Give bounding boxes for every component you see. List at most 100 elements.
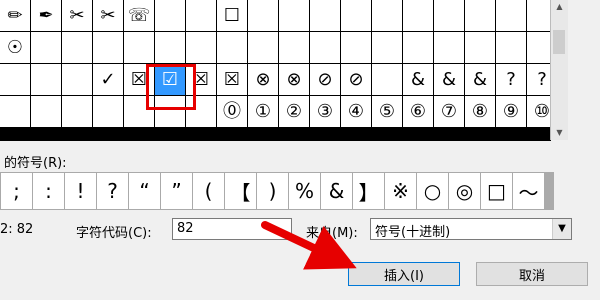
symbol-cell[interactable]: ☒ <box>217 64 247 95</box>
symbol-cell[interactable] <box>93 96 123 127</box>
cancel-button[interactable]: 取消 <box>476 262 588 286</box>
recent-symbol-cell[interactable]: □ <box>481 173 512 209</box>
symbol-cell[interactable] <box>403 32 433 63</box>
recent-symbol-cell[interactable]: ◎ <box>449 173 480 209</box>
recent-symbol-cell[interactable]: : <box>33 173 64 209</box>
recent-symbol-cell[interactable]: 】 <box>353 173 384 209</box>
char-code-input[interactable]: 82 <box>172 218 292 240</box>
recent-symbols-row[interactable]: ;:!? “”(【)% &】 ※ ○ ◎ □ ～ <box>0 172 554 210</box>
symbol-cell[interactable]: ⑦ <box>434 96 464 127</box>
insert-button[interactable]: 插入(I) <box>348 262 460 286</box>
recent-symbol-cell[interactable]: “ <box>129 173 160 209</box>
symbol-cell[interactable] <box>372 64 402 95</box>
symbol-grid[interactable]: ✏ ✒ ✂ ✂ ☏ ☐ ☉ ✓ ☒ ☑ ☒ ☒ ⊗ ⊗ ⊘ ⊘ & & &?? ⓪ ① ② ③ ④ ⑤ ⑥ ⑦ ⑧ ⑨ ⑩ <box>0 0 551 141</box>
recent-symbol-cell[interactable]: ※ <box>385 173 416 209</box>
symbol-cell[interactable] <box>310 0 340 31</box>
recent-symbol-cell[interactable]: ( <box>193 173 224 209</box>
recent-symbol-cell[interactable]: ～ <box>513 173 544 209</box>
symbol-cell[interactable] <box>186 0 216 31</box>
symbol-cell[interactable]: ☏ <box>124 0 154 31</box>
symbol-cell[interactable]: ⊗ <box>248 64 278 95</box>
symbol-cell[interactable]: ⑩ <box>527 96 550 127</box>
symbol-cell[interactable]: ③ <box>310 96 340 127</box>
symbol-cell[interactable]: ① <box>248 96 278 127</box>
recent-symbol-cell[interactable]: ” <box>161 173 192 209</box>
recent-symbol-cell[interactable]: % <box>289 173 320 209</box>
symbol-cell[interactable] <box>31 32 61 63</box>
recent-symbol-cell[interactable]: ? <box>97 173 128 209</box>
symbol-cell[interactable] <box>372 0 402 31</box>
recent-symbol-cell[interactable]: & <box>321 173 352 209</box>
symbol-cell[interactable] <box>0 96 30 127</box>
symbol-cell[interactable]: ⊗ <box>279 64 309 95</box>
scroll-up-arrow-icon[interactable]: ▲ <box>551 0 568 14</box>
recent-symbol-cell[interactable]: ) <box>257 173 288 209</box>
symbol-cell[interactable]: ② <box>279 96 309 127</box>
symbol-cell[interactable] <box>248 0 278 31</box>
symbol-cell[interactable] <box>186 32 216 63</box>
chevron-down-icon[interactable]: ▼ <box>552 219 571 239</box>
char-code-label: 字符代码(C): <box>76 226 152 241</box>
symbol-cell[interactable] <box>31 96 61 127</box>
symbol-cell[interactable]: ⊘ <box>310 64 340 95</box>
symbol-cell[interactable] <box>465 0 495 31</box>
recent-symbol-cell[interactable]: ; <box>1 173 32 209</box>
symbol-cell[interactable] <box>62 32 92 63</box>
scroll-thumb[interactable] <box>553 30 565 54</box>
symbol-cell[interactable] <box>403 0 433 31</box>
symbol-cell[interactable] <box>248 32 278 63</box>
symbol-cell[interactable] <box>93 32 123 63</box>
symbol-cell[interactable] <box>155 0 185 31</box>
symbol-cell[interactable] <box>279 0 309 31</box>
symbol-cell[interactable]: ⑨ <box>496 96 526 127</box>
symbol-cell[interactable]: ✒ <box>31 0 61 31</box>
recent-symbol-cell[interactable]: ○ <box>417 173 448 209</box>
symbol-cell[interactable]: ⑤ <box>372 96 402 127</box>
symbol-cell[interactable]: ⓪ <box>217 96 247 127</box>
recent-symbol-cell[interactable]: 【 <box>225 173 256 209</box>
symbol-cell[interactable] <box>496 0 526 31</box>
symbol-cell[interactable] <box>155 32 185 63</box>
from-select-value: 符号(十进制) <box>375 225 451 240</box>
symbol-cell[interactable] <box>527 0 550 31</box>
symbol-cell[interactable]: ☐ <box>217 0 247 31</box>
symbol-cell[interactable]: ✏ <box>0 0 30 31</box>
unicode-info: 2: 82 <box>0 222 34 237</box>
symbol-cell[interactable]: & <box>403 64 433 95</box>
symbol-cell[interactable] <box>217 32 247 63</box>
symbol-cell[interactable]: ? <box>527 64 550 95</box>
symbol-cell[interactable]: ☉ <box>0 32 30 63</box>
symbol-cell[interactable] <box>62 96 92 127</box>
symbol-cell[interactable]: & <box>465 64 495 95</box>
symbol-cell[interactable] <box>465 32 495 63</box>
symbol-cell[interactable] <box>341 0 371 31</box>
recent-symbol-cell[interactable]: ! <box>65 173 96 209</box>
symbol-cell[interactable]: ⑥ <box>403 96 433 127</box>
symbol-cell[interactable] <box>496 32 526 63</box>
symbol-cell[interactable] <box>434 0 464 31</box>
symbol-cell[interactable] <box>434 32 464 63</box>
symbol-cell[interactable]: ? <box>496 64 526 95</box>
symbol-cell[interactable] <box>341 32 371 63</box>
symbol-cell[interactable] <box>62 64 92 95</box>
symbol-cell[interactable] <box>310 32 340 63</box>
scroll-down-arrow-icon[interactable]: ▼ <box>551 126 568 140</box>
from-select[interactable]: 符号(十进制) ▼ <box>370 218 572 240</box>
symbol-cell[interactable] <box>527 32 550 63</box>
symbol-cell[interactable]: ✂ <box>62 0 92 31</box>
symbol-cell[interactable]: ⑧ <box>465 96 495 127</box>
symbol-cell[interactable] <box>124 32 154 63</box>
highlight-annotation-box <box>146 64 196 110</box>
symbol-cell[interactable]: & <box>434 64 464 95</box>
from-label: 来自(M): <box>306 226 358 241</box>
symbol-cell[interactable]: ④ <box>341 96 371 127</box>
symbol-cell[interactable] <box>372 32 402 63</box>
symbol-cell[interactable] <box>279 32 309 63</box>
symbol-cell[interactable]: ✂ <box>93 0 123 31</box>
symbol-cell[interactable] <box>31 64 61 95</box>
recent-symbols-label: 的符号(R): <box>4 156 67 171</box>
symbol-cell[interactable] <box>0 64 30 95</box>
symbol-cell[interactable]: ✓ <box>93 64 123 95</box>
symbol-cell[interactable]: ⊘ <box>341 64 371 95</box>
grid-scrollbar[interactable]: ▲ ▼ <box>550 0 568 140</box>
